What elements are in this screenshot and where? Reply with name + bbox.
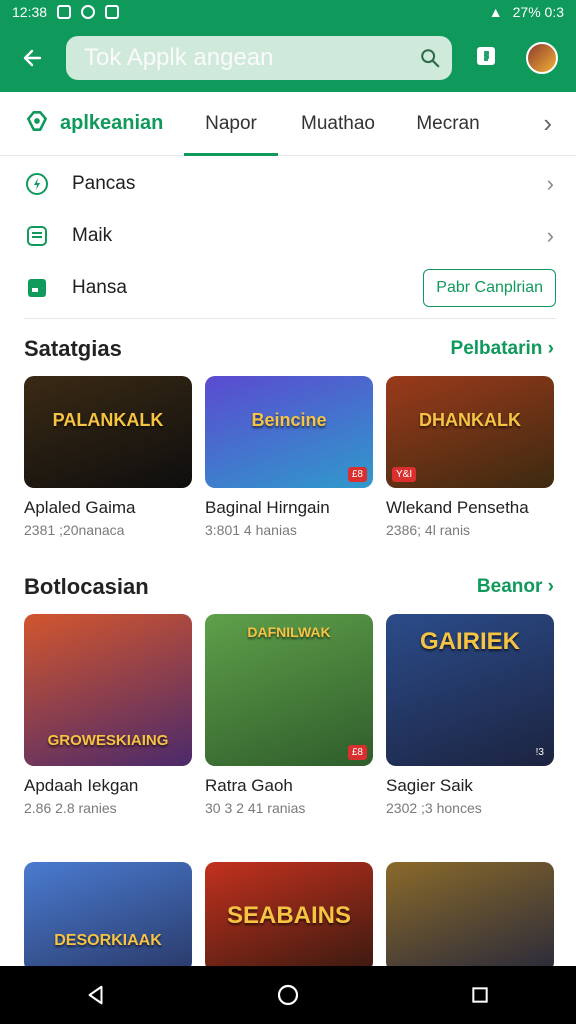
avatar — [526, 42, 558, 74]
brand-label: aplkeanian — [60, 112, 164, 134]
game-thumbnail: Beincine £8 — [205, 376, 373, 488]
game-card[interactable]: DHANKALK Y&I Wlekand Pensetha 2386; 4l r… — [386, 376, 554, 538]
section-header: Satatgias Pelbatarin › — [24, 336, 554, 362]
game-card[interactable]: GROWESKIAING Apdaah Iekgan 2.86 2.8 rani… — [24, 614, 192, 816]
search-bar[interactable] — [66, 36, 452, 80]
recents-icon[interactable] — [462, 977, 498, 1013]
lightning-circle-icon — [24, 171, 50, 197]
tab-bar: aplkeanian Napor Muathao Mecran › — [0, 92, 576, 156]
signal-icon: ▲ — [488, 4, 503, 20]
list-item[interactable]: Pancas › — [24, 158, 556, 210]
thumbnail-title: PALANKALK — [52, 410, 164, 430]
card-subtitle: 30 3 2 41 ranias — [205, 800, 306, 816]
library-button[interactable] — [464, 36, 508, 80]
game-thumbnail: GAIRIEK !3 — [386, 614, 554, 766]
list-item-label: Hansa — [72, 277, 127, 298]
card-title: Aplaled Gaima — [24, 498, 136, 517]
list-item[interactable]: Maik › — [24, 210, 556, 262]
search-input[interactable] — [82, 43, 418, 73]
list-item[interactable]: Hansa Pabr Canplrian — [24, 262, 556, 314]
card-subtitle: 2.86 2.8 ranies — [24, 800, 117, 816]
app-bar: 12:38 ▲ 27% 0:3 — [0, 0, 576, 92]
profile-button[interactable] — [520, 36, 564, 80]
chevron-right-icon: › — [546, 171, 554, 196]
game-card[interactable]: PALANKALK Aplaled Gaima 2381 ;20nanaca — [24, 376, 192, 538]
thumbnail-title: DAFNILWAK — [247, 624, 331, 640]
chevron-right-icon: › — [546, 223, 554, 248]
clock: 12:38 — [12, 4, 48, 20]
game-thumbnail: DESORKIAAK — [24, 862, 192, 972]
game-card[interactable]: DAFNILWAK £8 Ratra Gaoh 30 3 2 41 ranias — [205, 614, 373, 816]
thumbnail-title: SEABAINS — [226, 902, 352, 929]
section-title: Botlocasian — [24, 574, 149, 599]
card-subtitle: 2381 ;20nanaca — [24, 522, 125, 538]
back-icon[interactable] — [78, 977, 114, 1013]
brand-icon — [24, 108, 50, 139]
card-title: Wlekand Pensetha — [386, 498, 529, 517]
status-right-text: 27% 0:3 — [512, 4, 564, 20]
game-thumbnail: SEABAINS — [205, 862, 373, 972]
game-card[interactable]: GAIRIEK !3 Sagier Saik 2302 ;3 honces — [386, 614, 554, 816]
card-subtitle: 2386; 4l ranis — [386, 522, 471, 538]
inbox-icon — [24, 223, 50, 249]
thumbnail-title: DESORKIAAK — [54, 932, 162, 949]
rating-badge: Y&I — [392, 467, 417, 482]
game-thumbnail — [386, 862, 554, 972]
tab-muathao[interactable]: Muathao — [278, 92, 398, 156]
notification-icon — [57, 5, 72, 19]
brand[interactable]: aplkeanian — [24, 108, 184, 139]
sync-icon — [81, 5, 96, 19]
library-icon — [474, 44, 498, 73]
action-button[interactable]: Pabr Canplrian — [423, 269, 556, 307]
quick-list: Pancas › Maik › Hansa Pabr Canplrian — [24, 158, 556, 314]
section-title: Satatgias — [24, 336, 122, 361]
back-arrow-icon[interactable] — [18, 44, 46, 72]
divider — [24, 318, 556, 319]
card-subtitle: 2302 ;3 honces — [386, 800, 482, 816]
thumbnail-title: DHANKALK — [419, 410, 521, 430]
game-thumbnail: GROWESKIAING — [24, 614, 192, 766]
card-title: Sagier Saik — [386, 776, 473, 795]
game-card[interactable]: DESORKIAAK — [24, 862, 192, 972]
chevron-right-icon[interactable]: › — [543, 108, 552, 139]
game-card[interactable]: SEABAINS — [205, 862, 373, 972]
rating-badge: !3 — [535, 747, 544, 758]
thumbnail-title: Beincine — [251, 410, 327, 430]
game-thumbnail: PALANKALK — [24, 376, 192, 488]
rating-badge: £8 — [347, 467, 367, 482]
rating-badge: £8 — [347, 745, 367, 760]
card-title: Apdaah Iekgan — [24, 776, 139, 795]
thumbnail-title: GAIRIEK — [419, 628, 520, 655]
list-item-label: Pancas — [72, 173, 136, 194]
tab-napor[interactable]: Napor — [184, 92, 278, 156]
list-item-label: Maik — [72, 225, 113, 246]
card-subtitle: 3:801 4 hanias — [205, 522, 297, 538]
folder-icon — [24, 275, 50, 301]
home-icon[interactable] — [270, 977, 306, 1013]
mail-icon — [105, 5, 120, 19]
card-row: GROWESKIAING Apdaah Iekgan 2.86 2.8 rani… — [24, 614, 554, 816]
see-more-link[interactable]: Beanor › — [477, 576, 554, 598]
card-title: Ratra Gaoh — [205, 776, 293, 795]
see-more-link[interactable]: Pelbatarin › — [451, 338, 554, 360]
tab-mecran[interactable]: Mecran — [398, 92, 498, 156]
status-bar: 12:38 ▲ 27% 0:3 — [0, 0, 576, 24]
game-card[interactable]: Beincine £8 Baginal Hirngain 3:801 4 han… — [205, 376, 373, 538]
system-nav-bar — [0, 966, 576, 1024]
search-icon[interactable] — [418, 46, 442, 70]
toolbar — [0, 24, 576, 92]
game-card[interactable] — [386, 862, 554, 972]
card-row: DESORKIAAK SEABAINS — [24, 862, 554, 972]
game-thumbnail: DHANKALK Y&I — [386, 376, 554, 488]
game-thumbnail: DAFNILWAK £8 — [205, 614, 373, 766]
card-row: PALANKALK Aplaled Gaima 2381 ;20nanaca B… — [24, 376, 554, 538]
card-title: Baginal Hirngain — [205, 498, 330, 517]
thumbnail-title: GROWESKIAING — [47, 732, 169, 749]
section-header: Botlocasian Beanor › — [24, 574, 554, 600]
